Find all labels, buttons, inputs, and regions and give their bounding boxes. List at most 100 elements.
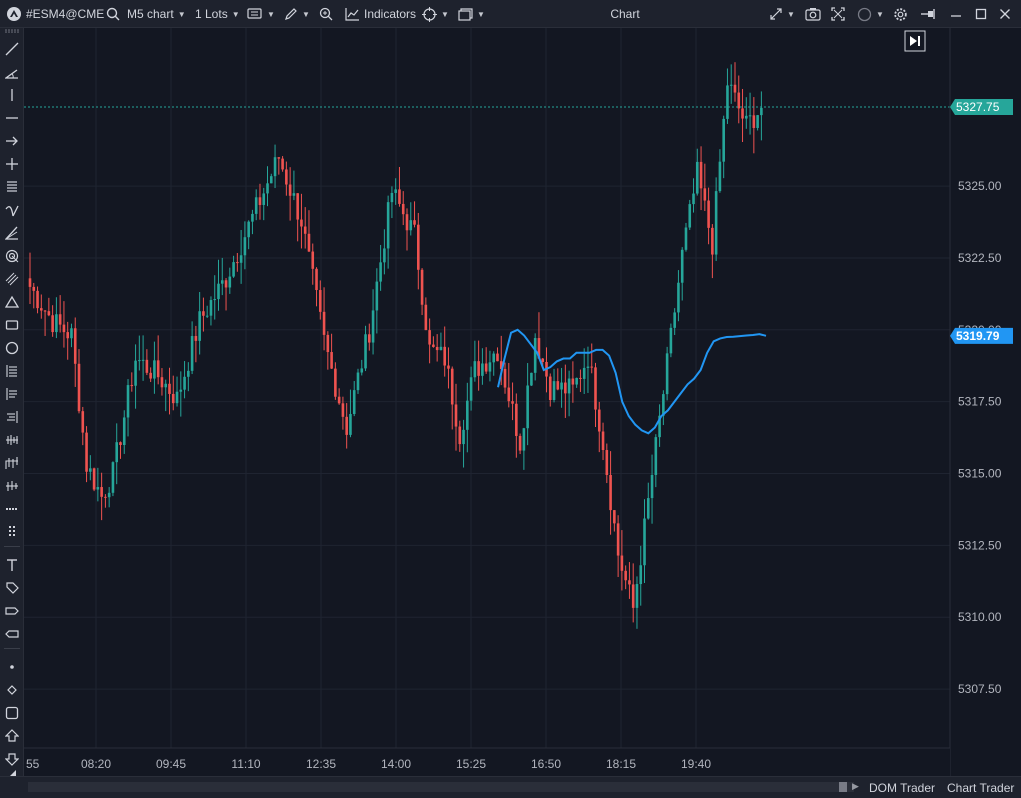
candle [322,287,326,351]
fib-retracement-icon[interactable] [3,362,21,380]
date-range-icon[interactable] [3,500,21,518]
candle-body [462,429,465,445]
candle-body [473,361,477,378]
draw-dropdown[interactable]: ▼ [284,0,310,28]
square-icon[interactable] [3,704,21,722]
channel-icon[interactable] [3,270,21,288]
chart-type-dropdown[interactable]: M5 chart ▼ [127,0,186,28]
minimize-icon[interactable] [950,0,962,28]
candle [409,202,413,236]
candle-body [507,387,511,402]
candle [533,333,537,381]
candle-body [104,496,107,498]
time-tick-label: 08:20 [81,757,111,771]
candle-body [232,262,235,277]
scroll-right-icon[interactable]: ▶ [852,781,859,792]
top-toolbar: #ESM4@CME M5 chart ▼ 1 Lots ▼ ▼ ▼ Indica… [0,0,1021,28]
arrow-down-icon[interactable] [3,750,21,768]
pin-icon[interactable] [920,0,936,28]
candle-body [688,204,692,228]
label-icon[interactable] [3,602,21,620]
cross-line-icon[interactable] [3,155,21,173]
price-chart[interactable]: 5325.005322.505320.005317.505315.005312.… [24,28,1021,776]
fib-extension-icon[interactable] [3,385,21,403]
diamond-icon[interactable] [3,681,21,699]
text-tool-icon[interactable] [3,556,21,574]
search-icon[interactable] [106,0,120,28]
bar-style-dropdown[interactable]: ▼ [247,0,275,28]
candle [375,268,379,334]
horizontal-line-icon[interactable] [3,109,21,127]
grid-lines [24,28,950,748]
candle [138,335,141,371]
indicators-button[interactable]: Indicators [345,0,416,28]
triangle-icon[interactable] [3,293,21,311]
dom-trader-button[interactable]: DOM Trader [869,779,935,797]
candle-body [635,584,639,608]
trend-line-icon[interactable] [3,40,21,58]
lots-dropdown[interactable]: 1 Lots ▼ [195,0,240,28]
tag-icon[interactable] [3,579,21,597]
candle [228,267,232,294]
candle [488,350,492,382]
candle [273,144,277,189]
candle-body [194,336,198,341]
ray-arrow-icon[interactable] [3,132,21,150]
gann-fan-icon[interactable] [3,431,21,449]
zoom-in-icon[interactable] [319,0,333,28]
candle-body [311,251,315,269]
fib-angle-icon[interactable] [3,224,21,242]
chart-trader-button[interactable]: Chart Trader [947,779,1014,797]
candle-body [631,584,635,608]
candle-body [613,510,616,524]
candle-body [326,334,330,353]
camera-icon[interactable] [805,0,821,28]
candle [277,157,281,175]
app-logo-icon[interactable] [6,0,22,28]
arrow-up-icon[interactable] [3,727,21,745]
trend-angle-icon[interactable] [3,63,21,81]
close-icon[interactable] [999,0,1011,28]
candle-body [386,202,390,249]
drawing-toolbar [0,26,24,778]
candle [266,166,269,207]
scroll-to-latest-button[interactable] [904,30,926,52]
maximize-icon[interactable] [975,0,987,28]
fib-time-zones-icon[interactable] [3,408,21,426]
vertical-line-icon[interactable] [3,86,21,104]
candle [217,259,220,311]
callout-icon[interactable] [3,625,21,643]
dot-icon[interactable] [3,658,21,676]
pitchfork-icon[interactable] [3,454,21,472]
rectangle-icon[interactable] [3,316,21,334]
candle [81,406,85,446]
candle [454,383,458,451]
gear-icon[interactable] [893,0,908,28]
candle [752,97,756,154]
expand-dropdown[interactable]: ▼ [769,0,795,28]
templates-dropdown[interactable]: ▼ [458,0,485,28]
candle [756,114,759,131]
price-range-icon[interactable] [3,477,21,495]
candle [398,166,401,207]
symbol-selector[interactable]: #ESM4@CME [26,0,104,28]
candle [401,191,405,226]
candle-body [643,518,646,566]
horizontal-scrollbar[interactable] [28,782,854,792]
candle [96,467,100,502]
fullscreen-icon[interactable] [831,0,845,28]
candle-body [375,281,379,311]
vertical-dots-icon[interactable] [3,523,21,541]
color-theme-dropdown[interactable]: ▼ [857,0,884,28]
ellipse-icon[interactable] [3,339,21,357]
curve-icon[interactable] [3,201,21,219]
chart-canvas[interactable]: 5325.005322.505320.005317.505315.005312.… [24,28,1021,776]
candle [171,375,175,411]
candle [371,289,375,355]
scrollbar-thumb[interactable] [839,782,847,792]
crosshair-dropdown[interactable]: ▼ [422,0,449,28]
grip-icon [3,26,21,36]
fib-spiral-icon[interactable] [3,247,21,265]
parallel-lines-icon[interactable] [3,178,21,196]
candle-body [190,336,194,371]
